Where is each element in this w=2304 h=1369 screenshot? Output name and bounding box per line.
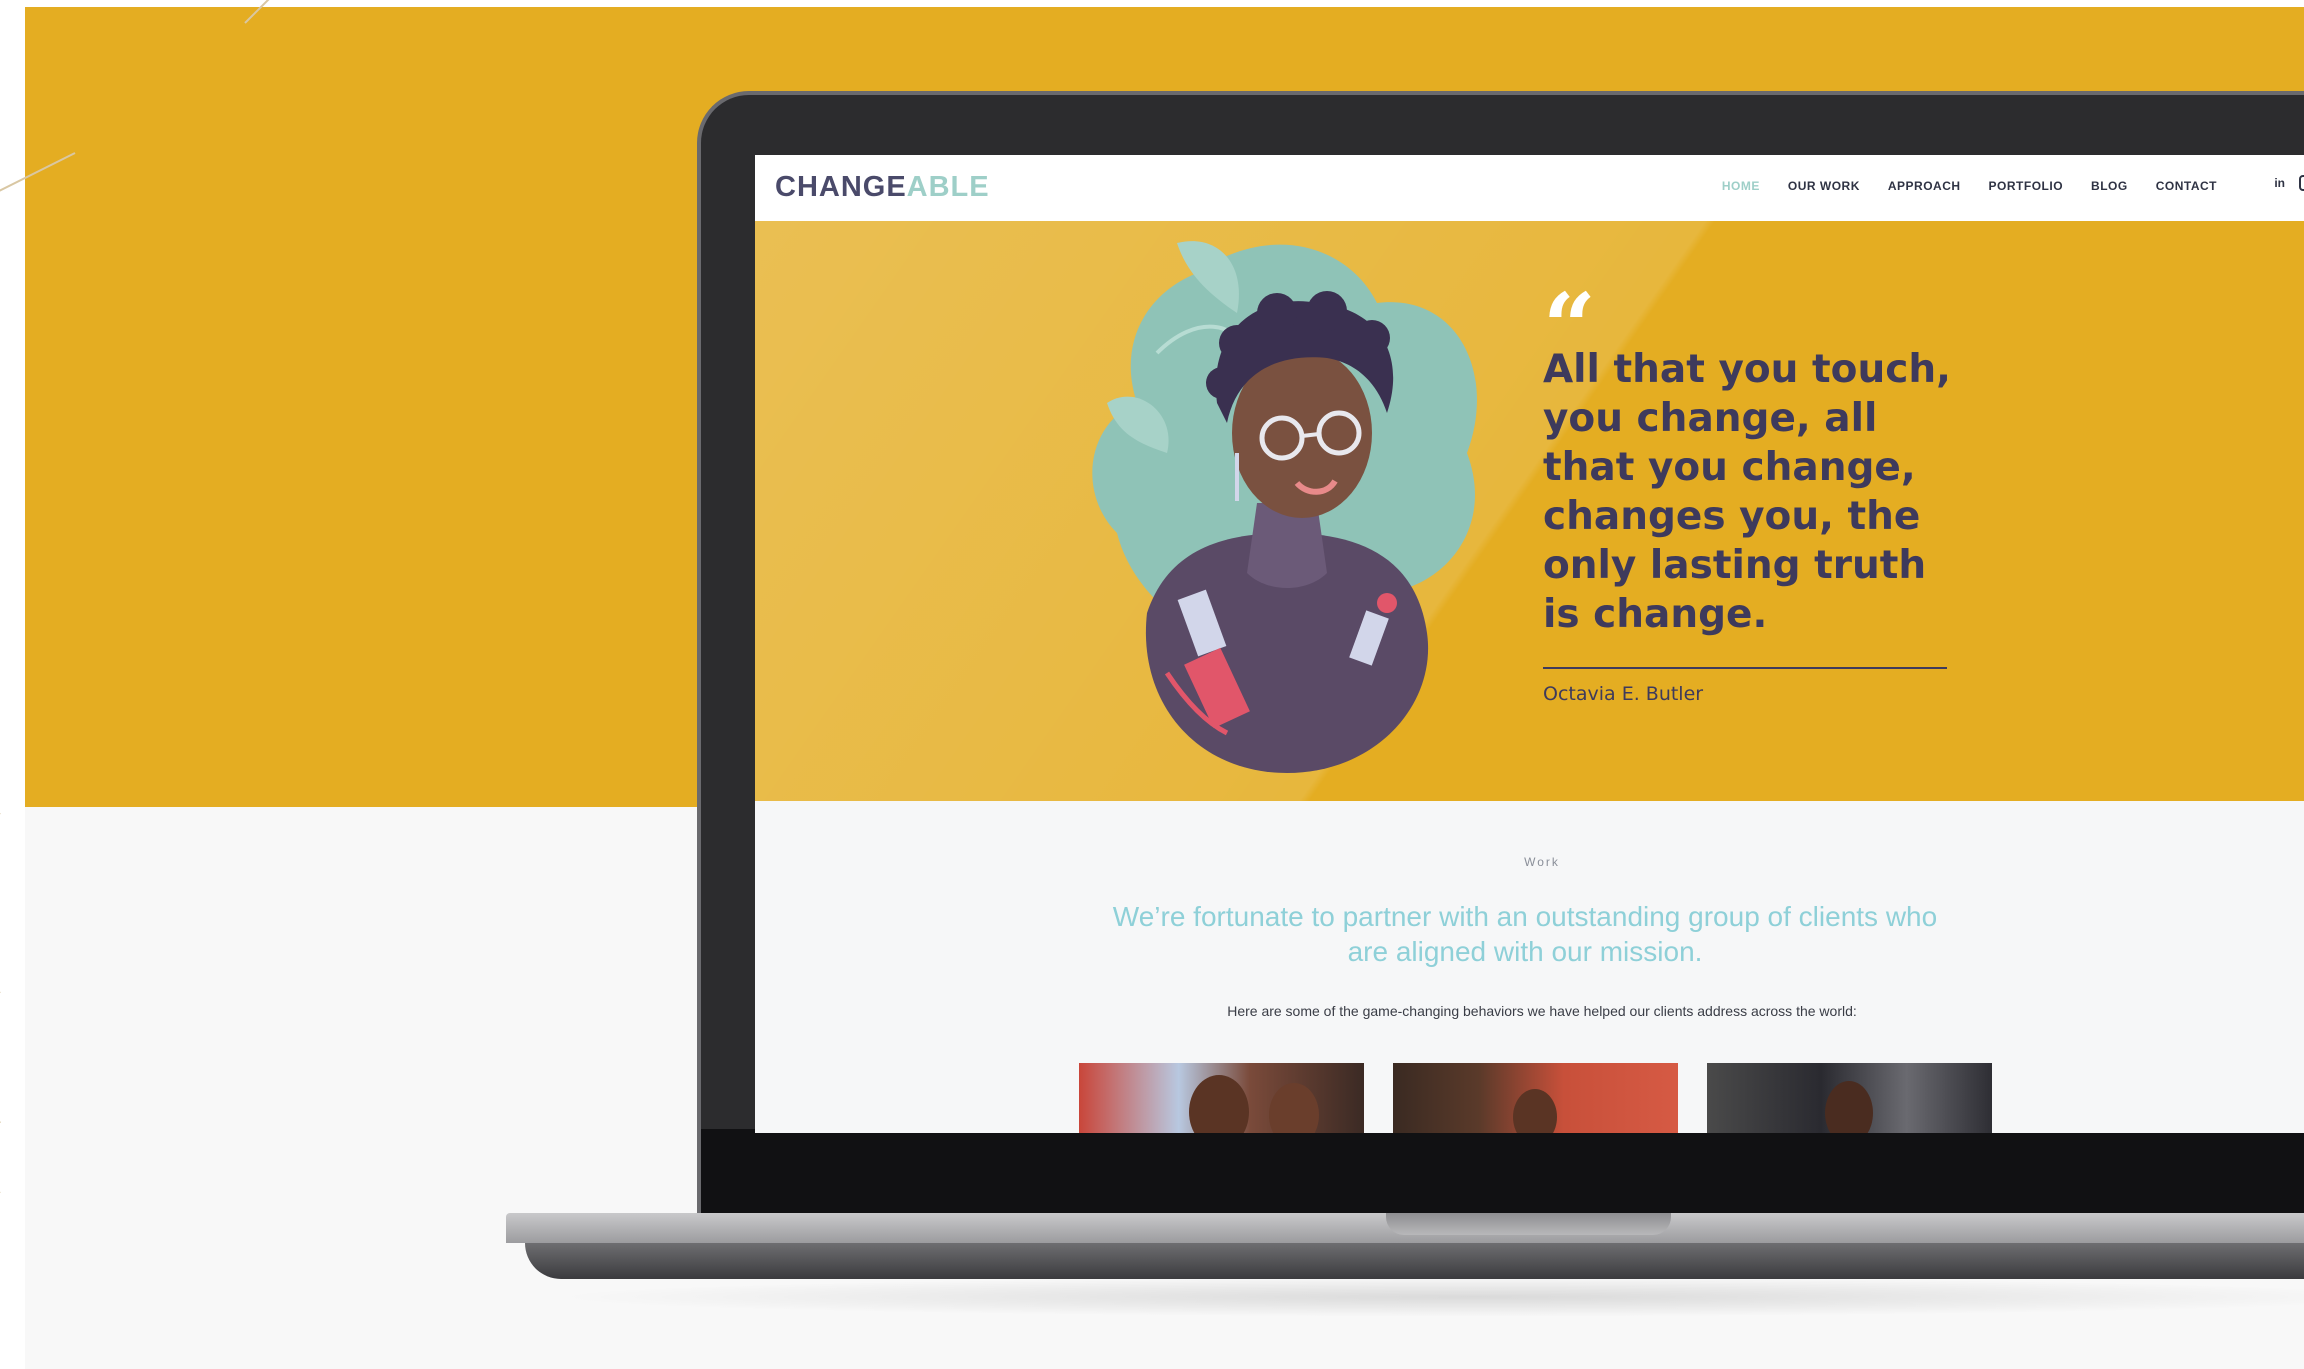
laptop-notch [1386, 1213, 1671, 1235]
client-photo-3[interactable] [1707, 1063, 1992, 1133]
site-header: CHANGEABLE HOME OUR WORK APPROACH PORTFO… [755, 155, 2304, 221]
laptop-screen: CHANGEABLE HOME OUR WORK APPROACH PORTFO… [755, 155, 2304, 1133]
photo-face [1269, 1083, 1319, 1133]
logo-change-text: CHANGE [775, 171, 907, 203]
nav-item-home[interactable]: HOME [1722, 179, 1760, 193]
decorative-outline-lines [0, 0, 270, 1193]
hero-light-sheen [755, 221, 2304, 801]
photo-face [1825, 1081, 1873, 1133]
photo-face [1189, 1075, 1249, 1133]
work-section-label: Work [1524, 855, 1560, 869]
woman-portrait-illustration [1092, 241, 1477, 773]
client-photo-2[interactable] [1393, 1063, 1678, 1133]
nav-item-approach[interactable]: APPROACH [1888, 179, 1961, 193]
hero-section: “ All that you touch, you change, all th… [755, 221, 2304, 801]
photo-face [1513, 1089, 1557, 1133]
nav-item-portfolio[interactable]: PORTFOLIO [1989, 179, 2064, 193]
laptop-base-underside [525, 1243, 2304, 1279]
hero-quote: All that you touch, you change, all that… [1543, 347, 1951, 637]
work-subtitle: Here are some of the game-changing behav… [1227, 1003, 1857, 1019]
social-links: in [2274, 175, 2304, 191]
client-photo-1[interactable] [1079, 1063, 1364, 1133]
quote-divider [1543, 667, 1947, 669]
logo-able-text: ABLE [906, 171, 990, 203]
linkedin-icon[interactable]: in [2274, 176, 2285, 190]
instagram-icon[interactable] [2299, 175, 2304, 191]
site-logo[interactable]: CHANGEABLE [775, 171, 990, 204]
nav-item-our-work[interactable]: OUR WORK [1788, 179, 1860, 193]
laptop-shadow [545, 1277, 2304, 1317]
work-headline: We’re fortunate to partner with an outst… [1112, 901, 1938, 967]
nav-item-blog[interactable]: BLOG [2091, 179, 2128, 193]
nav-item-contact[interactable]: CONTACT [2156, 179, 2217, 193]
laptop-bezel-bottom [701, 1129, 2304, 1215]
main-nav: HOME OUR WORK APPROACH PORTFOLIO BLOG CO… [1722, 179, 2217, 193]
quote-author: Octavia E. Butler [1543, 683, 1704, 705]
